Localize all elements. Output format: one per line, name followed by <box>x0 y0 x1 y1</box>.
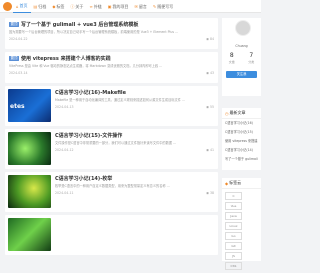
post-views: ◉ 43 <box>206 70 214 75</box>
project-icon: ▣ <box>107 4 112 9</box>
post-thumbnail[interactable] <box>8 175 51 208</box>
post-thumbnail[interactable] <box>8 218 51 251</box>
archive-icon: ▤ <box>33 4 38 9</box>
post-date: 2024-04-12 <box>55 147 74 152</box>
tag-chip[interactable]: CSS <box>225 262 242 270</box>
post-title[interactable]: C语言学习小记(14)-枚举 <box>55 175 214 182</box>
pinned-badge: 置顶 <box>9 56 19 61</box>
nav-archive[interactable]: ▤ 归档 <box>31 0 50 13</box>
recent-post-link[interactable]: 写了一个基于 gulimall <box>222 155 261 164</box>
post-meta: 2024-04-12 ◉ 41 <box>55 148 214 152</box>
post-title[interactable]: 写了一个基于 gulimall + vue3 后台管理系统模板 <box>21 21 138 28</box>
post-excerpt: Makefile 是一种用于自动化编译的工具，通过定义规则来描述如何从源文件生成… <box>55 98 185 102</box>
nav-links[interactable]: ∞ 外链 <box>86 0 104 13</box>
tag-chip[interactable]: Vue <box>225 202 242 210</box>
post-views: ◉ 38 <box>206 190 214 195</box>
post-list: 置顶 写了一个基于 gulimall + vue3 后台管理系统模板 因为需要写… <box>5 18 218 268</box>
tag-list: C Vue Java Linux Go Git JS CSS <box>222 189 261 273</box>
pinned-badge: 置顶 <box>9 22 19 27</box>
clock-icon: ◷ <box>225 110 229 116</box>
post-title[interactable]: C语言学习小记(15)-文件操作 <box>55 132 214 139</box>
post-card[interactable]: C语言学习小记(14)-枚举 枚举是C语言中的一种用户自定义数据类型，用来为整型… <box>5 172 218 212</box>
tag-chip[interactable]: Linux <box>225 222 242 230</box>
profile-card: Chuang 8 文章 7 分类 关注我 <box>222 18 261 96</box>
post-date: 2024-04-13 <box>55 104 74 109</box>
site-logo[interactable] <box>3 2 12 11</box>
tag-icon: ◆ <box>52 4 56 9</box>
pen-icon: ✎ <box>152 4 157 9</box>
nav-projects[interactable]: ▣ 我的项目 <box>105 0 132 13</box>
tag-chip[interactable]: Go <box>225 232 242 240</box>
post-excerpt: 枚举是C语言中的一种用户自定义数据类型，用来为整型常量定义有意义的名称 ... <box>55 184 170 188</box>
stat-categories[interactable]: 7 分类 <box>248 52 254 64</box>
post-meta: 2024-04-22 ◉ 84 <box>9 37 214 41</box>
top-navbar: ⌂ 首页 ▤ 归档 ◆ 标签 ⓘ 关于 ∞ 外链 ▣ 我的项目 ✉ 留言 ✎ 随便写写 <box>0 0 261 13</box>
post-date: 2024-04-11 <box>55 190 74 195</box>
tag-icon: ◆ <box>225 180 229 186</box>
message-icon: ✉ <box>134 4 138 9</box>
recent-post-link[interactable]: 使用 vitepress 来搭建 <box>222 137 261 146</box>
link-icon: ∞ <box>89 4 93 9</box>
tag-chip[interactable]: Git <box>225 242 242 250</box>
post-card[interactable]: etes C语言学习小记(16)-Makefile Makefile 是一种用于… <box>5 86 218 126</box>
panel-title: 最新文章 <box>229 110 246 115</box>
avatar[interactable] <box>235 20 251 36</box>
profile-name: Chuang <box>235 44 248 48</box>
recent-post-link[interactable]: C语言学习小记(16) <box>222 119 261 128</box>
stat-articles[interactable]: 8 文章 <box>229 52 235 64</box>
post-card[interactable] <box>5 215 218 255</box>
post-date: 2024-04-22 <box>9 36 28 41</box>
profile-stats: 8 文章 7 分类 <box>222 52 261 64</box>
post-date: 2024-03-14 <box>9 70 28 75</box>
tag-chip[interactable]: JS <box>225 252 242 260</box>
post-excerpt: VitePress 是由 Vite 和 Vue 驱动的静态站点生成器，将 Mar… <box>9 64 163 68</box>
post-meta: 2024-03-14 ◉ 43 <box>9 71 214 75</box>
nav-home[interactable]: ⌂ 首页 <box>13 0 31 13</box>
post-card[interactable]: C语言学习小记(15)-文件操作 文件操作是C语言中非常重要的一部分，我们可以通… <box>5 129 218 169</box>
tag-chip[interactable]: Java <box>225 212 242 220</box>
post-thumbnail[interactable]: etes <box>8 89 51 122</box>
home-icon: ⌂ <box>16 3 19 9</box>
nav-messages[interactable]: ✉ 留言 <box>132 0 150 13</box>
post-meta: 2024-04-13 ◉ 55 <box>55 105 214 109</box>
post-title[interactable]: 使用 vitepress 来搭建个人博客的实践 <box>21 55 111 62</box>
info-icon: ⓘ <box>70 3 75 9</box>
panel-title: 标签云 <box>229 180 242 185</box>
post-thumbnail[interactable] <box>8 132 51 165</box>
recent-post-link[interactable]: C语言学习小记(15) <box>222 128 261 137</box>
recent-post-link[interactable]: C语言学习小记(14) <box>222 146 261 155</box>
post-card[interactable]: 置顶 写了一个基于 gulimall + vue3 后台管理系统模板 因为需要写… <box>5 18 218 49</box>
tag-chip[interactable]: C <box>225 192 242 200</box>
post-card[interactable]: 置顶 使用 vitepress 来搭建个人博客的实践 VitePress 是由 … <box>5 52 218 83</box>
post-meta: 2024-04-11 ◉ 38 <box>55 191 214 195</box>
tag-cloud-panel: ◆ 标签云 C Vue Java Linux Go Git JS CSS <box>222 178 261 270</box>
post-title[interactable]: C语言学习小记(16)-Makefile <box>55 89 214 96</box>
post-views: ◉ 41 <box>206 147 214 152</box>
main-nav: ⌂ 首页 ▤ 归档 ◆ 标签 ⓘ 关于 ∞ 外链 ▣ 我的项目 ✉ 留言 ✎ 随便写写 <box>13 0 176 13</box>
post-excerpt: 文件操作是C语言中非常重要的一部分，我们可以通过文件指针来读写文件中的数据 ..… <box>55 141 177 145</box>
recent-posts-panel: ◷ 最新文章 C语言学习小记(16) C语言学习小记(15) 使用 vitepr… <box>222 108 261 170</box>
nav-tags[interactable]: ◆ 标签 <box>49 0 67 13</box>
post-views: ◉ 84 <box>206 36 214 41</box>
post-excerpt: 因为需要写一个后台管理的项目，所以决定自己动手写一个后台管理系统模板，前端使用的… <box>9 30 179 34</box>
nav-notes[interactable]: ✎ 随便写写 <box>150 0 176 13</box>
post-views: ◉ 55 <box>206 104 214 109</box>
nav-about[interactable]: ⓘ 关于 <box>67 0 86 13</box>
follow-button[interactable]: 关注我 <box>226 71 257 78</box>
